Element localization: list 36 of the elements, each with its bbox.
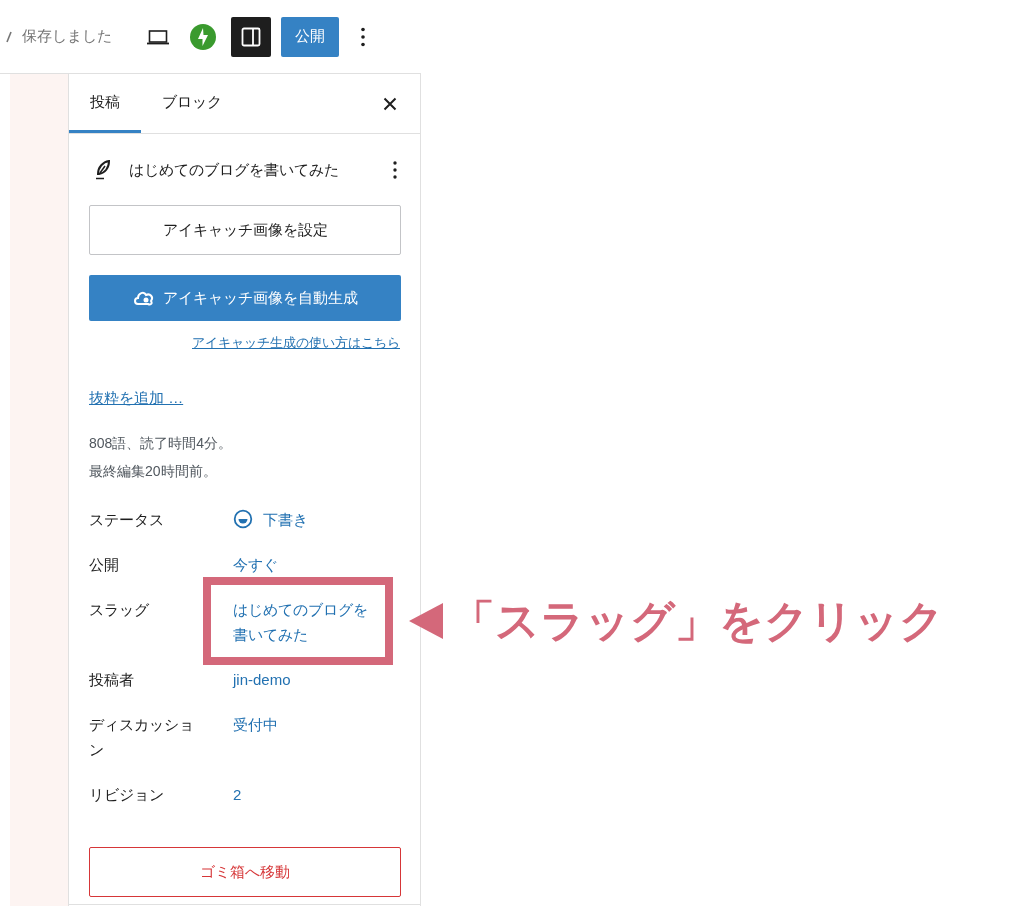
move-to-trash-button[interactable]: ゴミ箱へ移動 — [89, 847, 401, 897]
help-link[interactable]: アイキャッチ生成の使い方はこちら — [192, 333, 400, 353]
pointer-arrow-icon — [409, 603, 443, 639]
field-value-link[interactable]: はじめてのブログを書いてみた — [233, 597, 373, 647]
field-value-link[interactable]: 2 — [233, 782, 242, 807]
quill-icon — [95, 160, 111, 180]
more-options-icon[interactable] — [390, 159, 400, 181]
field-value-link[interactable]: jin-demo — [233, 667, 291, 692]
sidebar-tab[interactable]: ブロック — [141, 74, 243, 133]
set-featured-image-button[interactable]: アイキャッチ画像を設定 — [89, 205, 401, 255]
field-label: ステータス — [89, 510, 165, 530]
post-stats-text: 最終編集20時間前。 — [89, 462, 217, 481]
laptop-icon — [146, 28, 170, 45]
save-status: 保存しました — [22, 26, 112, 47]
post-stats-text: 808語、読了時間4分。 — [89, 434, 233, 453]
lightning-icon — [190, 23, 216, 50]
annotation-text: 「スラッグ」をクリック — [451, 595, 944, 647]
field-label: 公開 — [89, 555, 120, 575]
cloud-icon — [132, 289, 155, 307]
field-label: スラッグ — [89, 600, 150, 620]
field-label: 投稿者 — [89, 670, 135, 690]
auto-generate-button[interactable]: アイキャッチ画像を自動生成 — [89, 275, 401, 321]
field-label: リビジョン — [89, 785, 165, 805]
add-excerpt-link[interactable]: 抜粋を追加 … — [89, 386, 184, 409]
sidebar-icon — [241, 26, 261, 47]
field-value-link[interactable]: 今すぐ — [233, 552, 278, 577]
status-link[interactable]: 下書き — [263, 507, 308, 532]
draft-status-icon — [233, 509, 253, 529]
field-value-link[interactable]: 受付中 — [233, 712, 278, 737]
field-label: ディスカッション — [89, 715, 195, 760]
check-icon — [6, 30, 12, 43]
post-title: はじめてのブログを書いてみた — [129, 159, 339, 180]
sidebar-tab[interactable]: 投稿 — [69, 74, 141, 133]
sidebar-toggle-button[interactable] — [231, 16, 271, 57]
publish-button[interactable]: 公開 — [281, 16, 339, 57]
close-icon — [383, 96, 397, 111]
